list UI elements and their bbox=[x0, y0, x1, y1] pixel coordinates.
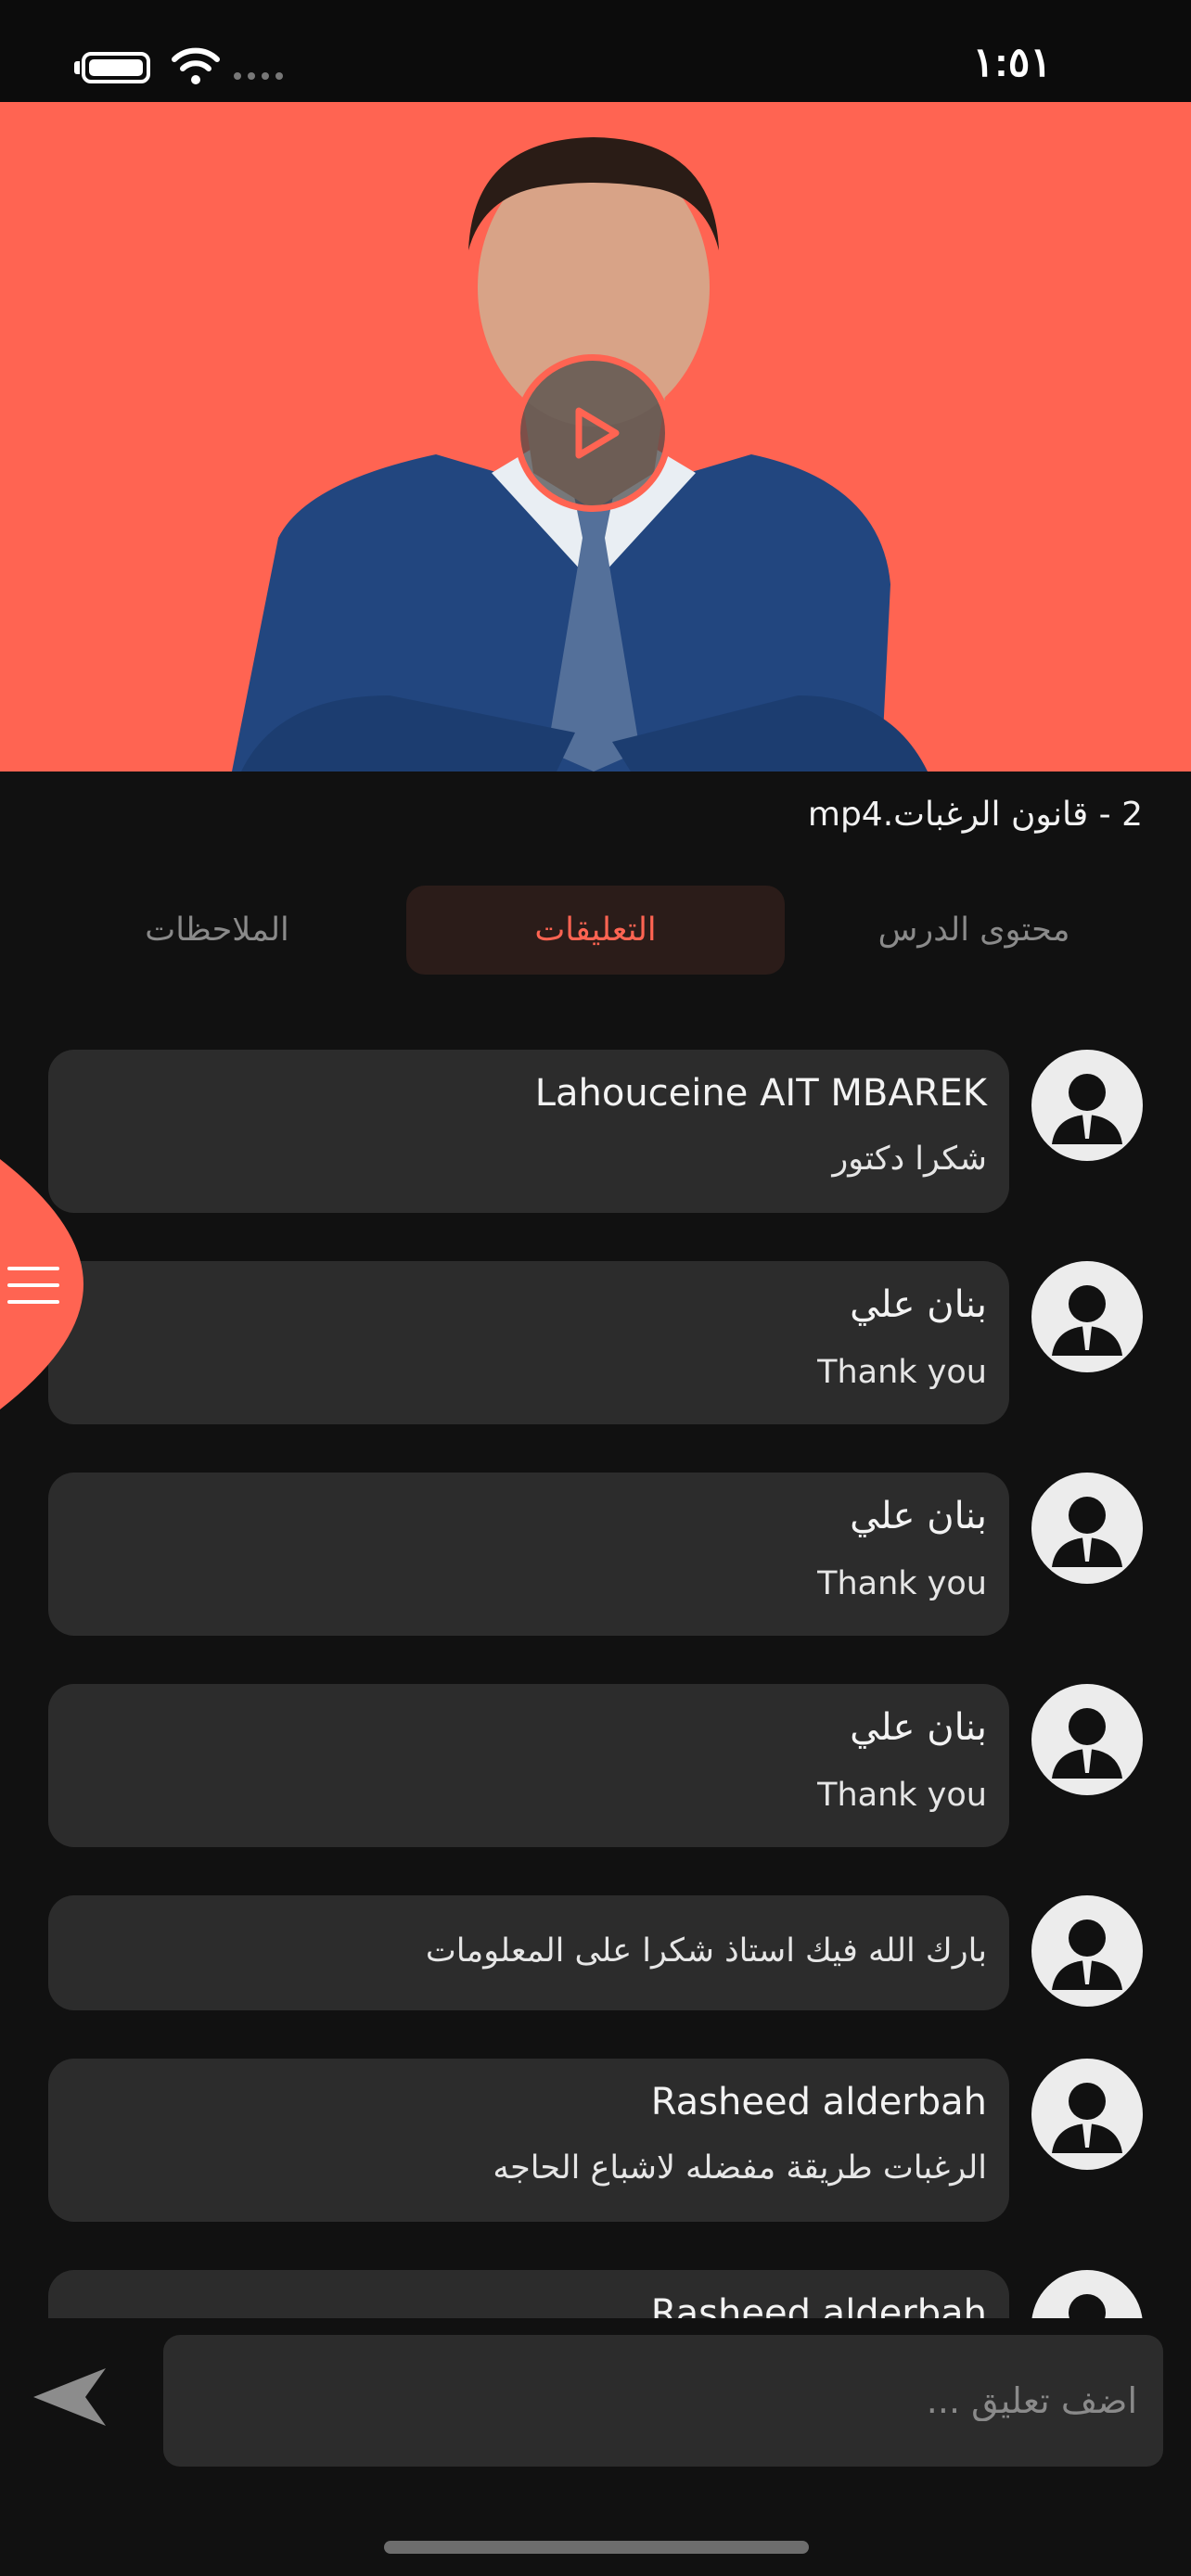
comment-bubble: بنان علي Thank you bbox=[48, 1261, 1009, 1424]
user-avatar-icon bbox=[1031, 1050, 1143, 1161]
tab-comments[interactable]: التعليقات bbox=[406, 886, 785, 975]
user-avatar-icon bbox=[1031, 1895, 1143, 2007]
signal-icon bbox=[234, 72, 283, 80]
battery-icon bbox=[82, 52, 150, 83]
comments-list[interactable]: Lahouceine AIT MBAREK شكرا دكتور بنان عل… bbox=[0, 1029, 1191, 2318]
tab-lesson-content[interactable]: محتوى الدرس bbox=[785, 886, 1163, 975]
send-button[interactable] bbox=[28, 2363, 111, 2431]
comment-input[interactable] bbox=[163, 2335, 1163, 2467]
comment-bubble: Lahouceine AIT MBAREK شكرا دكتور bbox=[48, 1050, 1009, 1213]
home-indicator bbox=[384, 2541, 809, 2554]
comment-bubble: Rasheed alderbah bbox=[48, 2270, 1009, 2318]
comment-author: بنان علي bbox=[850, 1283, 987, 1326]
comment-author: Rasheed alderbah bbox=[650, 2081, 987, 2123]
wifi-icon bbox=[172, 47, 220, 84]
battery-cap bbox=[74, 61, 80, 74]
comment-bubble: بنان علي Thank you bbox=[48, 1473, 1009, 1636]
user-avatar-icon bbox=[1031, 2059, 1143, 2170]
side-menu-toggle[interactable] bbox=[0, 1159, 93, 1409]
comment-author: Rasheed alderbah bbox=[650, 2292, 987, 2318]
comment-author: Lahouceine AIT MBAREK bbox=[534, 1072, 987, 1115]
status-time: ١:٥١ bbox=[972, 40, 1052, 85]
video-title: 2 - قانون الرغبات.mp4 bbox=[807, 796, 1143, 834]
user-avatar-icon bbox=[1031, 1261, 1143, 1372]
video-player[interactable] bbox=[0, 102, 1191, 772]
comment-bubble: بارك الله فيك استاذ شكرا على المعلومات bbox=[48, 1895, 1009, 2010]
play-icon bbox=[575, 407, 620, 459]
hamburger-menu-icon bbox=[7, 1267, 59, 1304]
comment-text: شكرا دكتور bbox=[832, 1141, 987, 1178]
comment-author: بنان علي bbox=[850, 1706, 987, 1749]
comment-text: Thank you bbox=[817, 1565, 987, 1602]
play-button[interactable] bbox=[514, 354, 672, 512]
comment-text: Thank you bbox=[817, 1354, 987, 1391]
comment-text: بارك الله فيك استاذ شكرا على المعلومات bbox=[425, 1932, 987, 1970]
comment-bubble: Rasheed alderbah الرغبات طريقة مفضله لاش… bbox=[48, 2059, 1009, 2222]
status-bar: ١:٥١ bbox=[0, 0, 1191, 102]
user-avatar-icon bbox=[1031, 1473, 1143, 1584]
tab-notes[interactable]: الملاحظات bbox=[28, 886, 406, 975]
send-icon bbox=[33, 2368, 106, 2426]
comment-bubble: بنان علي Thank you bbox=[48, 1684, 1009, 1847]
comment-text: Thank you bbox=[817, 1777, 987, 1814]
comment-text: الرغبات طريقة مفضله لاشباع الحاجه bbox=[493, 2149, 987, 2187]
comment-author: بنان علي bbox=[850, 1495, 987, 1537]
user-avatar-icon bbox=[1031, 1684, 1143, 1795]
user-avatar-icon bbox=[1031, 2270, 1143, 2318]
